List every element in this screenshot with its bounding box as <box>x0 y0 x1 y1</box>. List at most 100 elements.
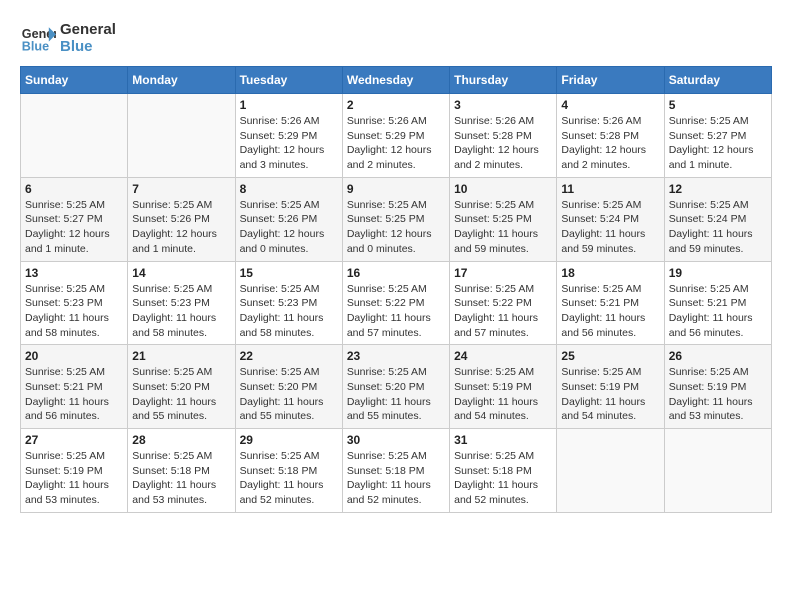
day-info: Sunrise: 5:25 AM Sunset: 5:24 PM Dayligh… <box>561 198 659 257</box>
day-info: Sunrise: 5:25 AM Sunset: 5:18 PM Dayligh… <box>347 449 445 508</box>
calendar-cell <box>21 94 128 178</box>
calendar-cell: 11 Sunrise: 5:25 AM Sunset: 5:24 PM Dayli… <box>557 177 664 261</box>
day-number: 1 <box>240 98 338 112</box>
weekday-header-wednesday: Wednesday <box>342 67 449 94</box>
calendar-cell: 6 Sunrise: 5:25 AM Sunset: 5:27 PM Daylig… <box>21 177 128 261</box>
calendar-cell: 14Sunrise: 5:25 AM Sunset: 5:23 PM Dayli… <box>128 261 235 345</box>
day-number: 20 <box>25 349 123 363</box>
calendar-table: SundayMondayTuesdayWednesdayThursdayFrid… <box>20 66 772 513</box>
day-number: 19 <box>669 266 767 280</box>
calendar-week-4: 20 Sunrise: 5:25 AM Sunset: 5:21 PM Dayli… <box>21 345 772 429</box>
calendar-cell: 29 Sunrise: 5:25 AM Sunset: 5:18 PM Dayli… <box>235 429 342 513</box>
calendar-week-5: 27 Sunrise: 5:25 AM Sunset: 5:19 PM Dayli… <box>21 429 772 513</box>
day-info: Sunrise: 5:25 AM Sunset: 5:18 PM Dayligh… <box>240 449 338 508</box>
day-info: Sunrise: 5:25 AM Sunset: 5:23 PM Dayligh… <box>240 282 338 341</box>
day-info: Sunrise: 5:25 AM Sunset: 5:20 PM Dayligh… <box>347 365 445 424</box>
day-info: Sunrise: 5:25 AM Sunset: 5:25 PM Dayligh… <box>347 198 445 257</box>
day-info: Sunrise: 5:25 AM Sunset: 5:19 PM Dayligh… <box>669 365 767 424</box>
calendar-week-2: 6 Sunrise: 5:25 AM Sunset: 5:27 PM Daylig… <box>21 177 772 261</box>
day-info: Sunrise: 5:25 AM Sunset: 5:23 PM Dayligh… <box>132 282 230 341</box>
calendar-cell: 18 Sunrise: 5:25 AM Sunset: 5:21 PM Dayli… <box>557 261 664 345</box>
day-info: Sunrise: 5:25 AM Sunset: 5:19 PM Dayligh… <box>454 365 552 424</box>
calendar-cell: 12 Sunrise: 5:25 AM Sunset: 5:24 PM Dayli… <box>664 177 771 261</box>
day-info: Sunrise: 5:25 AM Sunset: 5:23 PM Dayligh… <box>25 282 123 341</box>
day-number: 4 <box>561 98 659 112</box>
day-number: 26 <box>669 349 767 363</box>
day-info: Sunrise: 5:26 AM Sunset: 5:28 PM Dayligh… <box>561 114 659 173</box>
day-number: 5 <box>669 98 767 112</box>
logo-icon: General Blue <box>20 20 56 56</box>
day-info: Sunrise: 5:26 AM Sunset: 5:28 PM Dayligh… <box>454 114 552 173</box>
day-info: Sunrise: 5:25 AM Sunset: 5:20 PM Dayligh… <box>132 365 230 424</box>
calendar-cell: 26 Sunrise: 5:25 AM Sunset: 5:19 PM Dayli… <box>664 345 771 429</box>
calendar-cell: 19Sunrise: 5:25 AM Sunset: 5:21 PM Dayli… <box>664 261 771 345</box>
day-number: 27 <box>25 433 123 447</box>
calendar-cell: 21Sunrise: 5:25 AM Sunset: 5:20 PM Dayli… <box>128 345 235 429</box>
calendar-cell: 4 Sunrise: 5:26 AM Sunset: 5:28 PM Daylig… <box>557 94 664 178</box>
calendar-cell <box>664 429 771 513</box>
calendar-cell: 3 Sunrise: 5:26 AM Sunset: 5:28 PM Daylig… <box>450 94 557 178</box>
svg-text:Blue: Blue <box>22 40 49 54</box>
day-info: Sunrise: 5:25 AM Sunset: 5:26 PM Dayligh… <box>132 198 230 257</box>
day-number: 8 <box>240 182 338 196</box>
day-info: Sunrise: 5:25 AM Sunset: 5:21 PM Dayligh… <box>561 282 659 341</box>
day-number: 6 <box>25 182 123 196</box>
day-info: Sunrise: 5:25 AM Sunset: 5:18 PM Dayligh… <box>454 449 552 508</box>
weekday-header-thursday: Thursday <box>450 67 557 94</box>
day-number: 12 <box>669 182 767 196</box>
day-info: Sunrise: 5:25 AM Sunset: 5:22 PM Dayligh… <box>347 282 445 341</box>
calendar-cell: 17Sunrise: 5:25 AM Sunset: 5:22 PM Dayli… <box>450 261 557 345</box>
day-info: Sunrise: 5:25 AM Sunset: 5:25 PM Dayligh… <box>454 198 552 257</box>
calendar-cell: 13 Sunrise: 5:25 AM Sunset: 5:23 PM Dayli… <box>21 261 128 345</box>
calendar-cell: 7 Sunrise: 5:25 AM Sunset: 5:26 PM Daylig… <box>128 177 235 261</box>
weekday-header-friday: Friday <box>557 67 664 94</box>
calendar-cell: 24 Sunrise: 5:25 AM Sunset: 5:19 PM Dayli… <box>450 345 557 429</box>
calendar-cell <box>128 94 235 178</box>
day-info: Sunrise: 5:26 AM Sunset: 5:29 PM Dayligh… <box>347 114 445 173</box>
logo: General Blue General Blue <box>20 20 116 56</box>
day-number: 29 <box>240 433 338 447</box>
day-number: 15 <box>240 266 338 280</box>
calendar-cell: 27 Sunrise: 5:25 AM Sunset: 5:19 PM Dayli… <box>21 429 128 513</box>
day-number: 7 <box>132 182 230 196</box>
day-info: Sunrise: 5:25 AM Sunset: 5:19 PM Dayligh… <box>25 449 123 508</box>
weekday-header-monday: Monday <box>128 67 235 94</box>
day-number: 25 <box>561 349 659 363</box>
day-info: Sunrise: 5:25 AM Sunset: 5:24 PM Dayligh… <box>669 198 767 257</box>
day-number: 16 <box>347 266 445 280</box>
calendar-cell: 5 Sunrise: 5:25 AM Sunset: 5:27 PM Daylig… <box>664 94 771 178</box>
calendar-cell: 25Sunrise: 5:25 AM Sunset: 5:19 PM Dayli… <box>557 345 664 429</box>
day-number: 18 <box>561 266 659 280</box>
calendar-cell: 8Sunrise: 5:25 AM Sunset: 5:26 PM Daylig… <box>235 177 342 261</box>
day-number: 23 <box>347 349 445 363</box>
day-number: 10 <box>454 182 552 196</box>
day-info: Sunrise: 5:25 AM Sunset: 5:27 PM Dayligh… <box>669 114 767 173</box>
weekday-header-row: SundayMondayTuesdayWednesdayThursdayFrid… <box>21 67 772 94</box>
logo-text-blue: Blue <box>60 38 116 55</box>
weekday-header-sunday: Sunday <box>21 67 128 94</box>
calendar-cell: 9 Sunrise: 5:25 AM Sunset: 5:25 PM Daylig… <box>342 177 449 261</box>
calendar-cell: 30Sunrise: 5:25 AM Sunset: 5:18 PM Dayli… <box>342 429 449 513</box>
calendar-week-1: 1 Sunrise: 5:26 AM Sunset: 5:29 PM Daylig… <box>21 94 772 178</box>
calendar-cell <box>557 429 664 513</box>
day-number: 11 <box>561 182 659 196</box>
calendar-cell: 31 Sunrise: 5:25 AM Sunset: 5:18 PM Dayli… <box>450 429 557 513</box>
day-number: 31 <box>454 433 552 447</box>
calendar-cell: 23 Sunrise: 5:25 AM Sunset: 5:20 PM Dayli… <box>342 345 449 429</box>
weekday-header-saturday: Saturday <box>664 67 771 94</box>
day-info: Sunrise: 5:25 AM Sunset: 5:27 PM Dayligh… <box>25 198 123 257</box>
day-info: Sunrise: 5:25 AM Sunset: 5:20 PM Dayligh… <box>240 365 338 424</box>
page-header: General Blue General Blue <box>20 20 772 56</box>
day-number: 17 <box>454 266 552 280</box>
calendar-cell: 16 Sunrise: 5:25 AM Sunset: 5:22 PM Dayli… <box>342 261 449 345</box>
calendar-cell: 10 Sunrise: 5:25 AM Sunset: 5:25 PM Dayli… <box>450 177 557 261</box>
day-number: 24 <box>454 349 552 363</box>
day-number: 3 <box>454 98 552 112</box>
day-info: Sunrise: 5:25 AM Sunset: 5:21 PM Dayligh… <box>25 365 123 424</box>
day-number: 9 <box>347 182 445 196</box>
calendar-cell: 15 Sunrise: 5:25 AM Sunset: 5:23 PM Dayli… <box>235 261 342 345</box>
logo-text-general: General <box>60 21 116 38</box>
day-number: 2 <box>347 98 445 112</box>
calendar-cell: 2 Sunrise: 5:26 AM Sunset: 5:29 PM Daylig… <box>342 94 449 178</box>
day-number: 13 <box>25 266 123 280</box>
